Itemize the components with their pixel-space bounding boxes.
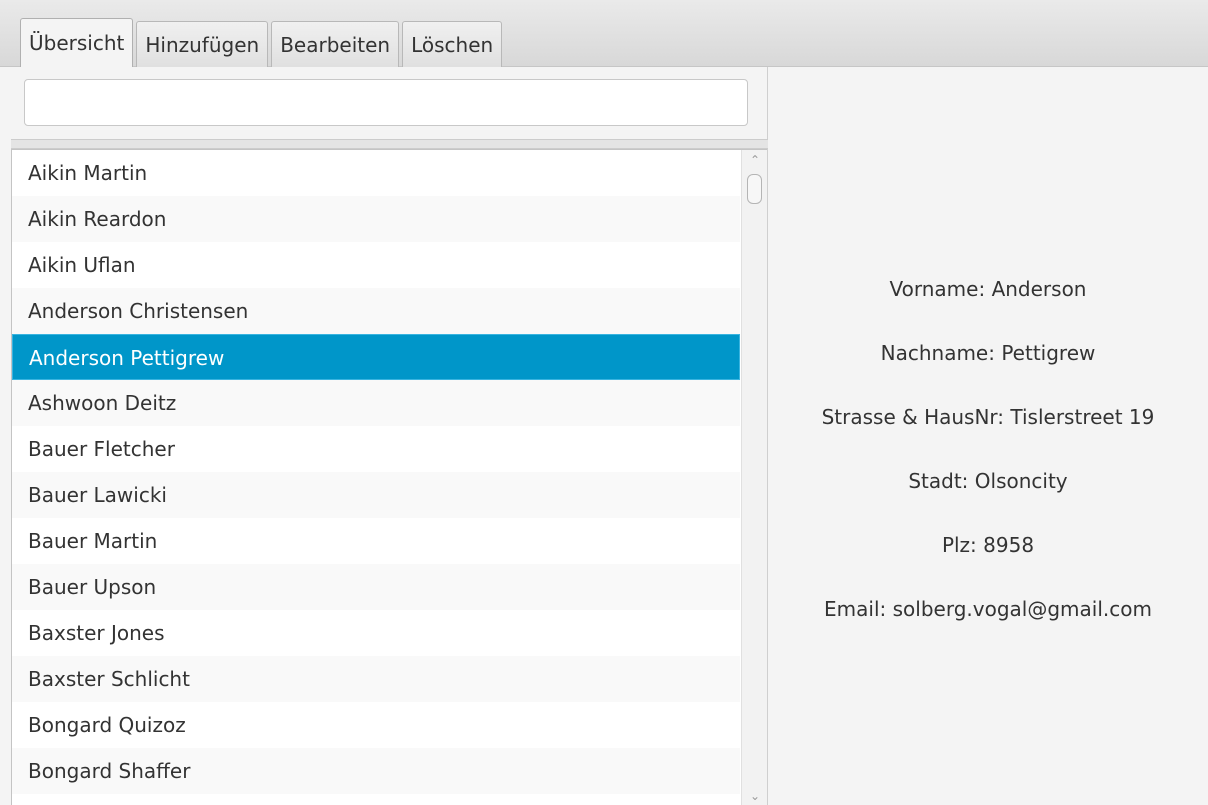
list-item[interactable]: Aikin Martin: [12, 150, 740, 196]
vertical-scrollbar[interactable]: ⌃ ⌄: [741, 150, 767, 805]
list-item[interactable]: Baxster Jones: [12, 610, 740, 656]
tab-hinzufuegen[interactable]: Hinzufügen: [136, 21, 269, 67]
list-item[interactable]: Anderson Pettigrew: [12, 334, 740, 380]
scroll-thumb[interactable]: [747, 174, 762, 204]
list-item[interactable]: Baxster Schlicht: [12, 656, 740, 702]
list-item[interactable]: Bauer Upson: [12, 564, 740, 610]
list-item[interactable]: Aikin Uflan: [12, 242, 740, 288]
list-item[interactable]: Bauer Fletcher: [12, 426, 740, 472]
overview-list-panel: Aikin Martin Aikin Reardon Aikin Uflan Ande…: [11, 67, 768, 805]
contact-list-items: Aikin Martin Aikin Reardon Aikin Uflan Ande…: [12, 150, 767, 794]
list-item[interactable]: Bauer Lawicki: [12, 472, 740, 518]
detail-stadt: Stadt: Olsoncity: [908, 469, 1068, 493]
search-input[interactable]: [24, 79, 748, 126]
list-item[interactable]: Aikin Reardon: [12, 196, 740, 242]
chevron-up-icon[interactable]: ⌃: [742, 150, 767, 170]
list-item[interactable]: Ashwoon Deitz: [12, 380, 740, 426]
tab-header: Übersicht Hinzufügen Bearbeiten Löschen: [0, 0, 1208, 67]
contact-detail-panel: Vorname: Anderson Nachname: Pettigrew St…: [768, 67, 1208, 805]
list-item[interactable]: Bongard Shaffer: [12, 748, 740, 794]
tab-bar: Übersicht Hinzufügen Bearbeiten Löschen: [20, 18, 505, 67]
list-item[interactable]: Anderson Christensen: [12, 288, 740, 334]
tab-uebersicht[interactable]: Übersicht: [20, 18, 134, 67]
split-divider[interactable]: [11, 139, 768, 149]
detail-nachname: Nachname: Pettigrew: [880, 341, 1096, 365]
detail-strasse: Strasse & HausNr: Tislerstreet 19: [821, 405, 1155, 429]
detail-lines: Vorname: Anderson Nachname: Pettigrew St…: [768, 257, 1208, 641]
chevron-down-icon[interactable]: ⌄: [742, 786, 767, 805]
list-item[interactable]: Bongard Quizoz: [12, 702, 740, 748]
address-book-window: Übersicht Hinzufügen Bearbeiten Löschen …: [0, 0, 1208, 805]
detail-vorname: Vorname: Anderson: [889, 277, 1087, 301]
list-item[interactable]: Bauer Martin: [12, 518, 740, 564]
contact-list[interactable]: Aikin Martin Aikin Reardon Aikin Uflan Ande…: [11, 149, 767, 805]
tab-bearbeiten[interactable]: Bearbeiten: [271, 21, 400, 67]
detail-email: Email: solberg.vogal@gmail.com: [824, 597, 1152, 621]
detail-plz: Plz: 8958: [941, 533, 1035, 557]
tab-loeschen[interactable]: Löschen: [402, 21, 503, 67]
